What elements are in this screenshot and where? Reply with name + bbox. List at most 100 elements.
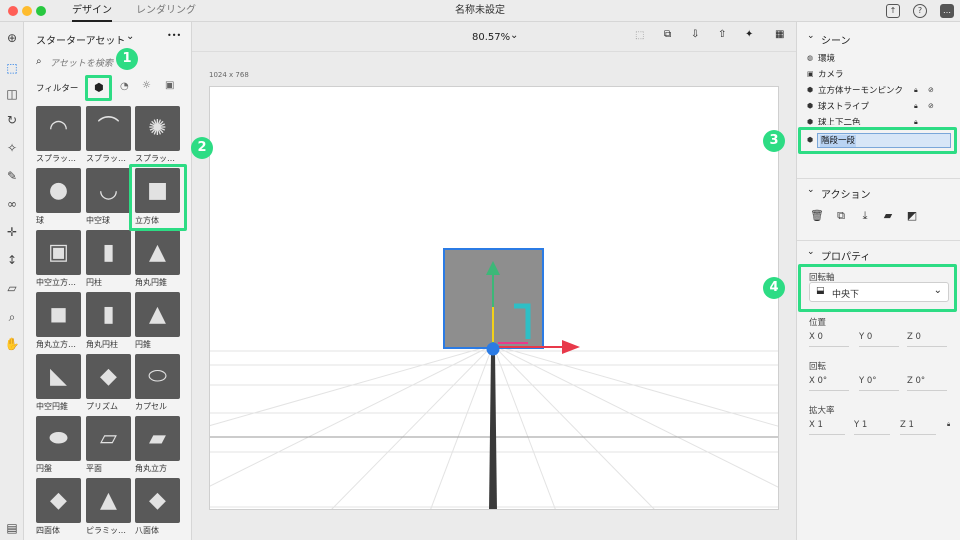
asset-thumbnail[interactable]: ◆ xyxy=(86,354,131,399)
asset-thumbnail[interactable]: ▱ xyxy=(86,416,131,461)
asset-thumbnail[interactable]: ◠ xyxy=(36,106,81,151)
lock-icon[interactable]: 🔒︎ xyxy=(914,86,918,95)
more-options-icon[interactable]: ••• xyxy=(167,31,181,40)
x-axis-handle[interactable] xyxy=(562,340,580,354)
asset-thumbnail[interactable]: ◣ xyxy=(36,354,81,399)
rotation-y-field[interactable]: Y 0° xyxy=(859,376,877,386)
highlight-filter-model xyxy=(85,75,112,101)
asset-thumbnail[interactable]: ◆ xyxy=(36,478,81,523)
visibility-icon[interactable]: ⊘ xyxy=(928,102,934,110)
asset-label: 八面体 xyxy=(135,526,159,535)
visibility-icon[interactable]: ⊘ xyxy=(928,86,934,94)
asset-thumbnail[interactable]: ▲ xyxy=(135,292,180,337)
filter-light-icon[interactable]: ☼ xyxy=(142,80,151,91)
save-to-library-icon[interactable]: ◩ xyxy=(905,209,919,223)
asset-thumbnail[interactable]: ⬭ xyxy=(135,354,180,399)
select-tool-icon[interactable]: ⬚ xyxy=(4,60,20,76)
asset-shape-icon: ◆ xyxy=(100,364,117,389)
asset-thumbnail[interactable]: ◆ xyxy=(135,478,180,523)
asset-thumbnail[interactable]: ▲ xyxy=(86,478,131,523)
rotation-z-field[interactable]: Z 0° xyxy=(907,376,925,386)
transform-icon[interactable]: ⧉ xyxy=(664,29,671,40)
render-preview-icon[interactable]: ▦ xyxy=(775,29,784,40)
title-bar: デザイン レンダリング 名称未設定 ↑ ? … xyxy=(0,0,960,22)
asset-thumbnail[interactable]: ◼ xyxy=(36,292,81,337)
asset-shape-icon: ◆ xyxy=(50,488,67,513)
asset-label: 四面体 xyxy=(36,526,60,535)
scale-x-field[interactable]: X 1 xyxy=(809,420,823,430)
ground-tool-icon[interactable]: ⏥ xyxy=(4,280,20,296)
asset-thumbnail[interactable]: ▣ xyxy=(36,230,81,275)
drop-icon[interactable]: ⤓ xyxy=(858,209,872,223)
asset-label: プリズム xyxy=(86,402,118,411)
delete-icon[interactable]: 🗑︎ xyxy=(810,209,824,223)
hand-tool-icon[interactable]: ✋ xyxy=(4,336,20,352)
link-tool-icon[interactable]: ∞ xyxy=(4,196,20,212)
position-label: 位置 xyxy=(809,318,827,328)
drop-object-icon[interactable]: ⇩ xyxy=(691,29,699,40)
align-icon[interactable]: ⇧ xyxy=(718,29,726,40)
position-z-field[interactable]: Z 0 xyxy=(907,332,921,342)
asset-label: 円盤 xyxy=(36,464,52,473)
move-tool-icon[interactable]: ✛ xyxy=(4,224,20,240)
filter-image-icon[interactable]: ▣ xyxy=(165,80,174,91)
actions-collapse-icon[interactable]: ⌄ xyxy=(807,185,815,195)
dolly-tool-icon[interactable]: ↕ xyxy=(4,252,20,268)
asset-shape-icon: ◡ xyxy=(98,178,119,203)
rotation-x-field[interactable]: X 0° xyxy=(809,376,827,386)
asset-thumbnail[interactable]: ✺ xyxy=(135,106,180,151)
fit-frame-icon[interactable]: ⬚ xyxy=(635,30,644,41)
asset-thumbnail[interactable]: ● xyxy=(36,168,81,213)
asset-label: 中空円錐 xyxy=(36,402,68,411)
callout-badge-2: 2 xyxy=(191,137,213,159)
orbit-tool-icon[interactable]: ↻ xyxy=(4,112,20,128)
eyedropper-icon[interactable]: ✎ xyxy=(4,168,20,184)
zoom-tool-icon[interactable]: ⌕ xyxy=(4,309,20,325)
asset-shape-icon: ▲ xyxy=(149,240,166,265)
scale-y-field[interactable]: Y 1 xyxy=(854,420,867,430)
archive-icon[interactable]: ▤ xyxy=(4,520,20,536)
duplicate-icon[interactable]: ⧉ xyxy=(834,209,848,223)
asset-thumbnail[interactable]: ▲ xyxy=(135,230,180,275)
asset-shape-icon: ◆ xyxy=(149,488,166,513)
asset-thumbnail[interactable]: ◡ xyxy=(86,168,131,213)
asset-thumbnail[interactable]: ⬬ xyxy=(36,416,81,461)
asset-thumbnail[interactable]: ▮ xyxy=(86,292,131,337)
assets-title[interactable]: スターターアセット xyxy=(36,32,125,47)
position-x-field[interactable]: X 0 xyxy=(809,332,823,342)
canvas-area: 80.57% ⌄ ⬚ ⧉ ⇩ ⇧ ✦ ▦ 1024 x 768 xyxy=(192,22,796,540)
group-icon[interactable]: ▰ xyxy=(881,209,895,223)
scene-collapse-icon[interactable]: ⌄ xyxy=(807,31,815,41)
asset-thumbnail[interactable]: ▮ xyxy=(86,230,131,275)
lock-icon[interactable]: 🔒︎ xyxy=(914,102,918,111)
asset-label: スプラッ… xyxy=(135,154,175,163)
pivot-handle[interactable] xyxy=(486,342,500,356)
zoom-level[interactable]: 80.57% xyxy=(472,32,510,43)
auto-place-icon[interactable]: ✦ xyxy=(745,29,753,40)
scene-item-camera[interactable]: カメラ xyxy=(818,68,844,82)
viewport-scene xyxy=(210,248,778,509)
asset-thumbnail[interactable]: ⌒ xyxy=(86,106,131,151)
asset-thumbnail[interactable]: ▰ xyxy=(135,416,180,461)
position-y-field[interactable]: Y 0 xyxy=(859,332,872,342)
3d-viewport[interactable] xyxy=(209,86,779,510)
frame-tool-icon[interactable]: ◫ xyxy=(4,86,20,102)
magic-wand-icon[interactable]: ✧ xyxy=(4,140,20,156)
comment-icon[interactable]: … xyxy=(940,4,954,18)
scene-item-two-tone-sphere[interactable]: 球上下二色 xyxy=(818,116,861,125)
zoom-chevron-icon[interactable]: ⌄ xyxy=(510,30,518,41)
scene-item-stripe-sphere[interactable]: 球ストライプ xyxy=(818,100,869,114)
lock-icon[interactable]: 🔒︎ xyxy=(914,118,918,125)
scene-item-environment[interactable]: 環境 xyxy=(818,52,835,66)
asset-label: スプラッ… xyxy=(86,154,126,163)
scale-z-field[interactable]: Z 1 xyxy=(900,420,914,430)
add-icon[interactable]: ⊕ xyxy=(4,30,20,46)
scene-item-cube[interactable]: 立方体サーモンピンク xyxy=(818,84,903,98)
scale-lock-icon[interactable]: 🔒︎ xyxy=(947,421,950,429)
properties-collapse-icon[interactable]: ⌄ xyxy=(807,247,815,257)
help-icon[interactable]: ? xyxy=(913,4,927,18)
asset-search-input[interactable]: アセットを検索 xyxy=(50,56,120,69)
filter-material-icon[interactable]: ◔ xyxy=(120,81,129,92)
share-icon[interactable]: ↑ xyxy=(886,4,900,18)
chevron-down-icon[interactable]: ⌄ xyxy=(126,31,134,42)
